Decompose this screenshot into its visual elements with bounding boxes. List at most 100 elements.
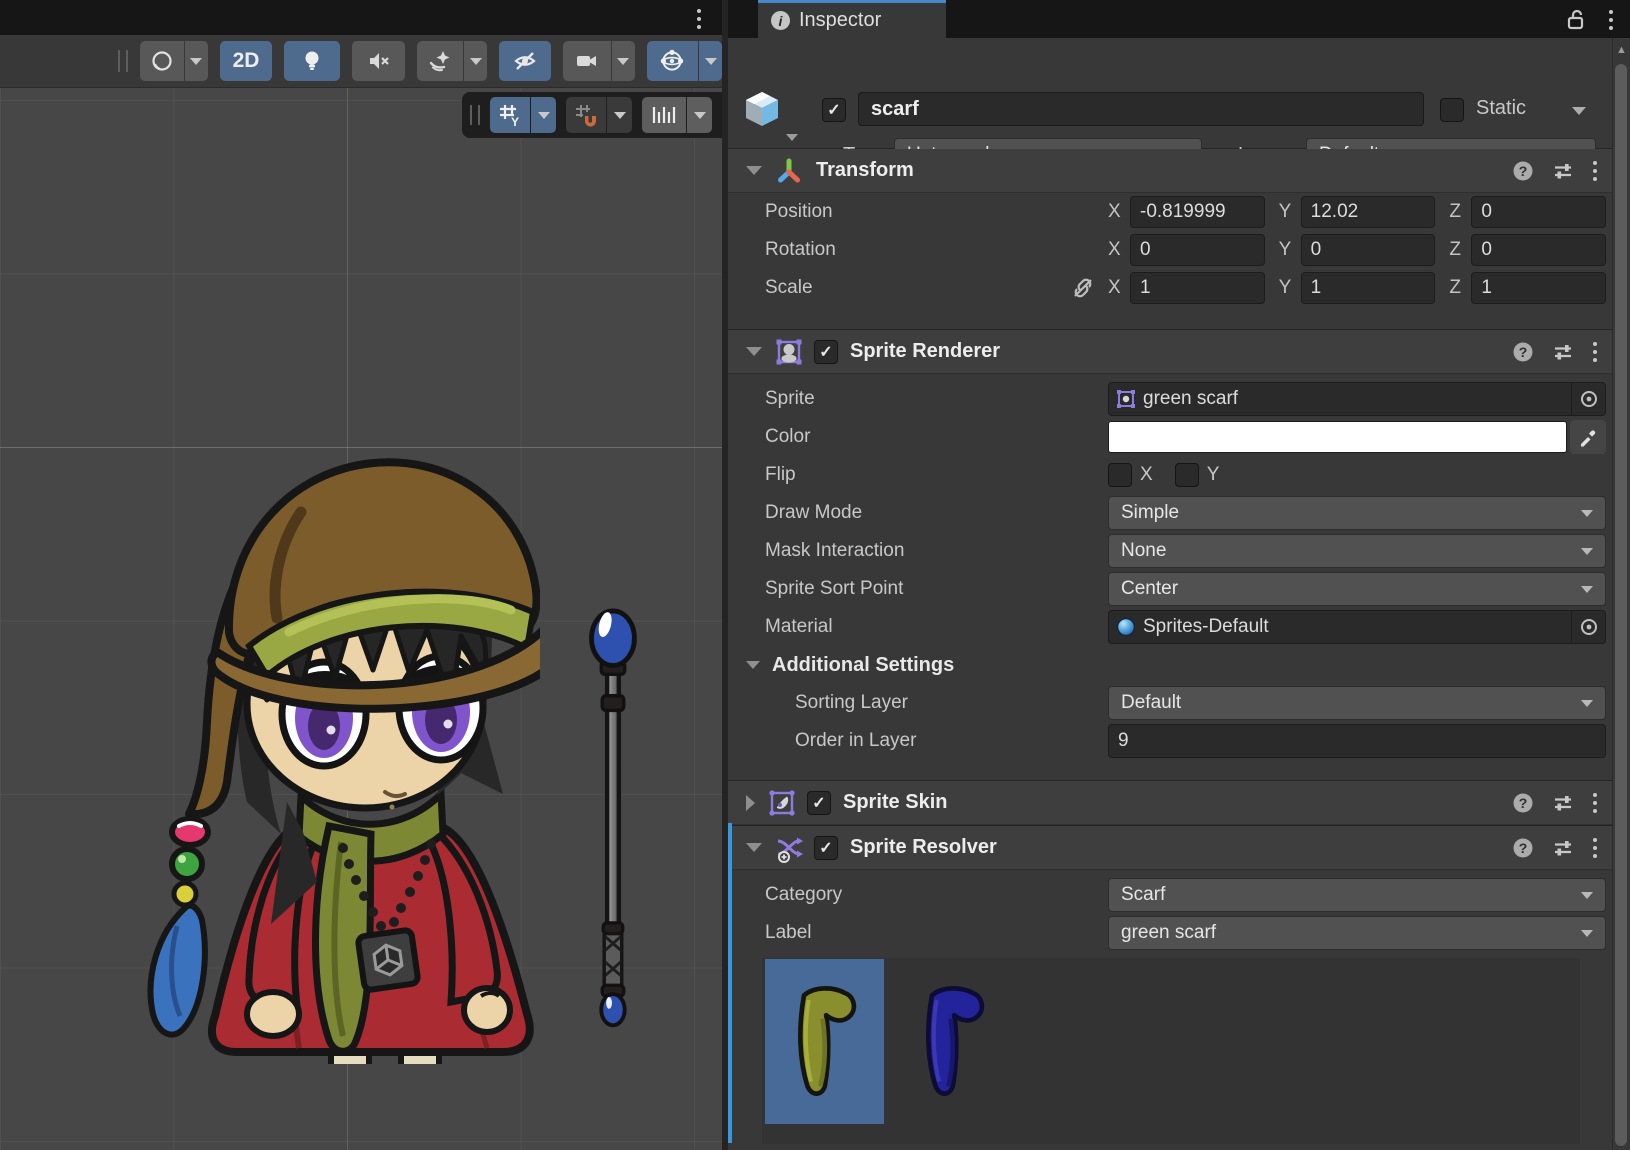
position-row: Position X -0.819999 Y 12.02 Z 0 <box>728 193 1612 231</box>
object-picker-icon[interactable] <box>1571 611 1605 643</box>
audio-mute-button[interactable] <box>352 41 406 81</box>
sprite-skin-header[interactable]: ✓ Sprite Skin ? <box>728 781 1612 825</box>
position-z-field[interactable]: 0 <box>1471 196 1606 228</box>
additional-settings-row[interactable]: Additional Settings <box>728 646 1612 684</box>
scale-y-field[interactable]: 1 <box>1301 272 1436 304</box>
character-sprite[interactable] <box>88 364 540 1064</box>
category-dropdown[interactable]: Scarf <box>1108 878 1606 912</box>
sprite-renderer-enabled-checkbox[interactable]: ✓ <box>814 340 838 364</box>
2d-toggle-button[interactable]: 2D <box>220 41 273 81</box>
snap-increment-dropdown[interactable] <box>687 97 712 133</box>
additional-settings-label: Additional Settings <box>772 654 954 677</box>
sprite-resolver-enabled-checkbox[interactable]: ✓ <box>814 836 838 860</box>
transform-header[interactable]: Transform ? <box>728 149 1612 193</box>
rotation-x-field[interactable]: 0 <box>1130 234 1265 266</box>
toolbar-drag-handle[interactable] <box>118 50 128 72</box>
sorting-layer-row: Sorting Layer Default <box>728 684 1612 722</box>
scene-menu-kebab-icon[interactable] <box>696 9 702 29</box>
draw-mode-dropdown[interactable]: Simple <box>1108 496 1606 530</box>
presets-icon[interactable] <box>1552 837 1574 859</box>
label-dropdown[interactable]: green scarf <box>1108 916 1606 950</box>
scrollbar-thumb[interactable] <box>1615 64 1627 1146</box>
static-checkbox[interactable] <box>1440 98 1464 122</box>
transform-component: Transform ? Position X -0.819999 Y <box>728 148 1612 317</box>
gizmos-button[interactable] <box>647 41 699 81</box>
help-icon[interactable]: ? <box>1512 160 1534 182</box>
gizmos-dropdown[interactable] <box>699 41 722 81</box>
sprite-skin-kebab-icon[interactable] <box>1592 793 1598 813</box>
additional-settings-foldout[interactable] <box>746 661 760 669</box>
help-icon[interactable]: ? <box>1512 341 1534 363</box>
gameobject-icon-dropdown[interactable] <box>786 134 798 141</box>
transform-foldout[interactable] <box>746 166 762 175</box>
gameobject-active-checkbox[interactable]: ✓ <box>822 98 846 122</box>
sprite-skin-enabled-checkbox[interactable]: ✓ <box>807 791 831 815</box>
gameobject-name-field[interactable]: scarf <box>858 92 1424 126</box>
scroll-up-arrow-icon[interactable]: ▲ <box>1613 38 1630 62</box>
grid-snap-overlay-toolbar: Y <box>462 92 722 138</box>
scene-camera-button[interactable] <box>563 41 611 81</box>
sprite-renderer-header[interactable]: ✓ Sprite Renderer ? <box>728 330 1612 374</box>
sprite-resolver-foldout[interactable] <box>746 843 762 852</box>
inspector-lock-icon[interactable] <box>1566 8 1586 30</box>
effects-dropdown[interactable] <box>464 41 487 81</box>
inspector-menu-kebab-icon[interactable] <box>1608 10 1614 30</box>
scale-x-field[interactable]: 1 <box>1130 272 1265 304</box>
shading-mode-button[interactable] <box>140 41 184 81</box>
gameobject-cube-icon[interactable] <box>740 88 784 132</box>
mask-interaction-dropdown[interactable]: None <box>1108 534 1606 568</box>
color-swatch[interactable] <box>1108 421 1567 453</box>
sprite-skin-foldout[interactable] <box>746 795 755 811</box>
presets-icon[interactable] <box>1552 160 1574 182</box>
material-object-field[interactable]: Sprites-Default <box>1108 610 1606 644</box>
inspector-tab-label: Inspector <box>799 9 881 32</box>
sorting-layer-dropdown[interactable]: Default <box>1108 686 1606 720</box>
position-y-field[interactable]: 12.02 <box>1301 196 1436 228</box>
staff-sprite[interactable] <box>573 600 651 1045</box>
order-in-layer-row: Order in Layer 9 <box>728 722 1612 760</box>
inspector-scrollbar[interactable]: ▲ <box>1612 38 1630 1150</box>
sprite-renderer-foldout[interactable] <box>746 347 762 356</box>
mask-interaction-row: Mask Interaction None <box>728 532 1612 570</box>
transform-title: Transform <box>816 159 914 182</box>
scale-z-field[interactable]: 1 <box>1471 272 1606 304</box>
snap-increment-button[interactable] <box>642 97 686 133</box>
scene-camera-dropdown[interactable] <box>612 41 635 81</box>
shading-mode-dropdown[interactable] <box>185 41 208 81</box>
effects-button[interactable] <box>417 41 463 81</box>
green-scarf-thumbnail <box>790 982 860 1102</box>
presets-icon[interactable] <box>1552 341 1574 363</box>
overlay-drag-handle[interactable] <box>470 105 480 125</box>
sprite-sort-point-dropdown[interactable]: Center <box>1108 572 1606 606</box>
scene-lighting-button[interactable] <box>284 41 339 81</box>
flip-x-checkbox[interactable] <box>1108 463 1132 487</box>
sprite-resolver-header[interactable]: ✓ Sprite Resolver ? <box>728 826 1612 870</box>
position-x-field[interactable]: -0.819999 <box>1130 196 1265 228</box>
sprite-resolver-kebab-icon[interactable] <box>1592 838 1598 858</box>
object-picker-icon[interactable] <box>1571 383 1605 415</box>
scene-viewport[interactable]: Y <box>0 88 722 1150</box>
category-label: Category <box>765 884 1108 906</box>
order-in-layer-field[interactable]: 9 <box>1108 724 1606 758</box>
grid-visibility-button[interactable]: Y <box>490 97 530 133</box>
grid-visibility-dropdown[interactable] <box>531 97 556 133</box>
help-icon[interactable]: ? <box>1512 837 1534 859</box>
sprite-variant-blue-scarf[interactable] <box>893 959 1012 1124</box>
transform-kebab-icon[interactable] <box>1592 161 1598 181</box>
grid-snapping-dropdown[interactable] <box>607 97 632 133</box>
flip-y-label: Y <box>1207 464 1220 486</box>
rotation-y-field[interactable]: 0 <box>1301 234 1436 266</box>
flip-y-checkbox[interactable] <box>1175 463 1199 487</box>
presets-icon[interactable] <box>1552 792 1574 814</box>
link-broken-icon[interactable] <box>1071 277 1095 299</box>
tab-inspector[interactable]: i Inspector <box>758 0 946 38</box>
rotation-z-field[interactable]: 0 <box>1471 234 1606 266</box>
eyedropper-icon[interactable] <box>1570 420 1606 454</box>
grid-snapping-button[interactable] <box>566 97 606 133</box>
sprite-renderer-kebab-icon[interactable] <box>1592 342 1598 362</box>
hidden-objects-button[interactable] <box>499 41 551 81</box>
sprite-variant-green-scarf[interactable] <box>765 959 884 1124</box>
sprite-object-field[interactable]: green scarf <box>1108 382 1606 416</box>
static-dropdown[interactable] <box>1572 107 1586 115</box>
help-icon[interactable]: ? <box>1512 792 1534 814</box>
